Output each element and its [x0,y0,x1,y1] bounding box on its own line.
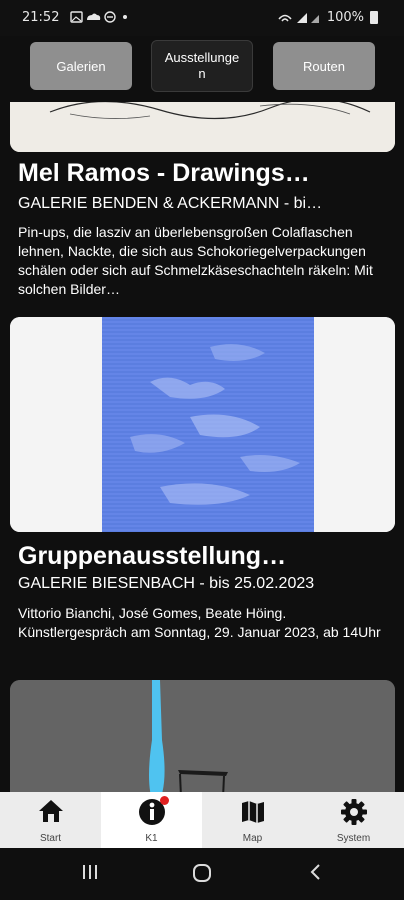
exhibition-feed[interactable]: Mel Ramos - Drawings… GALERIE BENDEN & A… [0,102,404,792]
nav-k1[interactable]: K1 [101,792,202,848]
card-description: Pin-ups, die lasziv an überlebensgroßen … [18,224,373,297]
gear-icon [340,799,367,825]
nav-map[interactable]: Map [202,792,303,848]
nav-label: Start [39,833,62,844]
nav-label: Map [242,833,263,844]
card-image-third[interactable] [10,680,395,792]
card-image-mel-ramos[interactable] [10,102,395,152]
tab-ausstellungen[interactable]: Ausstellunge n [151,40,253,92]
card-title[interactable]: Mel Ramos - Drawings… [18,159,310,188]
back-icon[interactable] [306,862,326,882]
nav-label: K1 [145,833,158,844]
bottom-navigation: Start K1 Map System [0,792,404,848]
status-time: 21:52 [22,10,60,25]
signal-wifi-icon [278,12,319,23]
drawing-artwork [10,102,395,152]
home-icon [38,800,63,822]
card-image-gruppenausstellung[interactable] [10,317,395,532]
card-subtitle: GALERIE BENDEN & ACKERMANN - bi… [18,195,323,212]
card-description: Vittorio Bianchi, José Gomes, Beate Höin… [18,605,381,640]
top-tabs: Galerien Ausstellunge n Routen [0,36,404,102]
blue-painting-artwork [10,317,395,532]
card-subtitle: GALERIE BIESENBACH - bis 25.02.2023 [18,575,315,592]
notification-badge [159,796,169,805]
home-button-icon[interactable] [191,862,213,884]
system-navigation-bar [0,848,404,900]
recent-apps-icon[interactable] [80,862,100,882]
notification-icons [70,10,128,27]
card-title[interactable]: Gruppenausstellung… [18,542,286,571]
status-bar: 21:52 100% [0,0,404,36]
notification-icons-glyphs [70,11,127,23]
nav-system[interactable]: System [303,792,404,848]
sculpture-artwork [10,680,395,792]
battery-icon [370,11,378,24]
status-right: 100% [277,10,378,25]
map-icon [241,801,264,823]
tab-routen[interactable]: Routen [273,42,375,90]
tab-galerien[interactable]: Galerien [30,42,132,90]
nav-start[interactable]: Start [0,792,101,848]
battery-text: 100% [326,10,364,25]
nav-label: System [336,833,371,844]
